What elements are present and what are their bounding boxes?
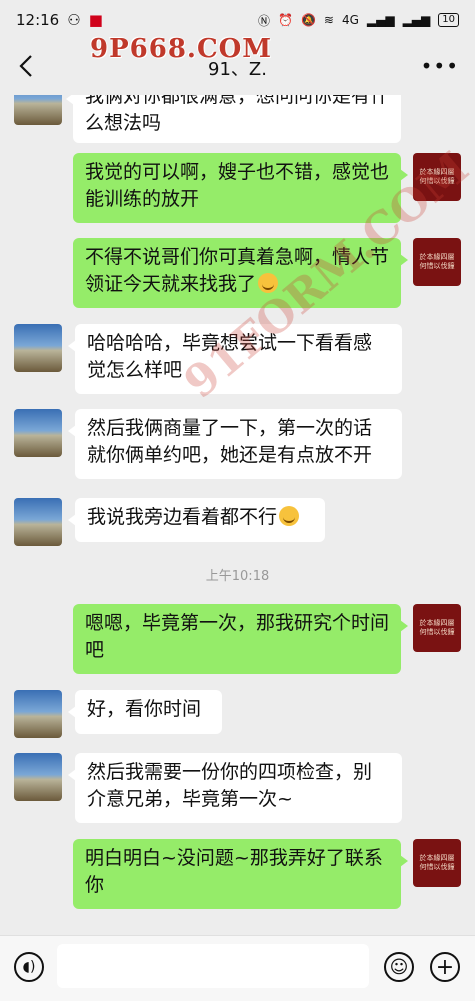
message-text: 我觉的可以啊，嫂子也不错，感觉也能训练的放开 bbox=[85, 161, 390, 210]
message-text: 然后我需要一份你的四项检查，别介意兄弟，毕竟第一次~ bbox=[87, 761, 373, 810]
voice-icon[interactable]: ◖) bbox=[14, 952, 44, 982]
contact-avatar[interactable] bbox=[14, 95, 62, 125]
message-text: 明白明白~没问题~那我弄好了联系你 bbox=[85, 847, 383, 896]
wifi-icon: ≋ bbox=[323, 13, 334, 27]
received-message-bubble[interactable]: 我说我旁边看着都不行 bbox=[68, 498, 325, 542]
received-message-bubble[interactable]: 然后我俩商量了一下，第一次的话就你俩单约吧，她还是有点放不开 bbox=[68, 409, 402, 479]
my-avatar[interactable]: 於本緣四層 何惜以伐鐘 bbox=[413, 238, 461, 286]
message-text: 好，看你时间 bbox=[87, 698, 202, 720]
contact-avatar[interactable] bbox=[14, 498, 62, 546]
message-text: 然后我俩商量了一下，第一次的话就你俩单约吧，她还是有点放不开 bbox=[87, 417, 373, 466]
message-text: 我俩对你都很满意，想问问你是有什么想法吗 bbox=[85, 95, 390, 134]
sent-message-bubble[interactable]: 我觉的可以啊，嫂子也不错，感觉也能训练的放开 bbox=[73, 153, 408, 223]
sent-message-bubble[interactable]: 嗯嗯，毕竟第一次，那我研究个时间吧 bbox=[73, 604, 408, 674]
message-input[interactable] bbox=[57, 944, 369, 988]
input-bar: ◖) ☺ + bbox=[0, 935, 475, 1001]
back-icon[interactable] bbox=[10, 50, 42, 82]
received-message-bubble[interactable]: 好，看你时间 bbox=[68, 690, 222, 734]
timestamp: 上午10:18 bbox=[205, 569, 270, 584]
mute-icon: 🔕 bbox=[300, 13, 316, 27]
more-icon[interactable]: ••• bbox=[421, 54, 459, 78]
sent-message-bubble[interactable]: 明白明白~没问题~那我弄好了联系你 bbox=[73, 839, 408, 909]
laughing-emoji-icon bbox=[279, 506, 300, 526]
signal-label: 4G bbox=[341, 13, 359, 27]
message-text: 我说我旁边看着都不行 bbox=[87, 506, 278, 528]
contact-avatar[interactable] bbox=[14, 690, 62, 738]
my-avatar[interactable]: 於本緣四層 何惜以伐鐘 bbox=[413, 604, 461, 652]
contact-avatar[interactable] bbox=[14, 324, 62, 372]
status-time: 12:16 bbox=[16, 11, 60, 29]
my-avatar[interactable]: 於本緣四層 何惜以伐鐘 bbox=[413, 839, 461, 887]
signal-icon-2: ▂▄▆ bbox=[402, 13, 431, 27]
message-text: 嗯嗯，毕竟第一次，那我研究个时间吧 bbox=[85, 612, 390, 661]
message-text: 不得不说哥们你可真着急啊，情人节领证今天就来找我了 bbox=[85, 246, 390, 295]
plus-icon[interactable]: + bbox=[430, 952, 460, 982]
sent-message-bubble[interactable]: 不得不说哥们你可真着急啊，情人节领证今天就来找我了 bbox=[73, 238, 408, 308]
received-message-bubble[interactable]: 我俩对你都很满意，想问问你是有什么想法吗 bbox=[66, 95, 401, 143]
red-app-icon: ■ bbox=[88, 11, 103, 29]
received-message-bubble[interactable]: 哈哈哈哈，毕竟想尝试一下看看感觉怎么样吧 bbox=[68, 324, 402, 394]
app-notification-icon: ⚇ bbox=[67, 11, 81, 29]
alarm-icon: ⏰ bbox=[277, 13, 293, 27]
status-right: Ⓝ ⏰ 🔕 ≋ 4G ▂▄▆ ▂▄▆ 10 bbox=[258, 12, 459, 29]
my-avatar[interactable]: 於本緣四層 何惜以伐鐘 bbox=[413, 153, 461, 201]
received-message-bubble[interactable]: 然后我需要一份你的四项检查，别介意兄弟，毕竟第一次~ bbox=[68, 753, 402, 823]
contact-avatar[interactable] bbox=[14, 409, 62, 457]
signal-icon: ▂▄▆ bbox=[366, 13, 395, 27]
battery-icon: 10 bbox=[438, 13, 459, 27]
laughing-emoji-icon bbox=[258, 273, 279, 293]
nfc-icon: Ⓝ bbox=[257, 13, 270, 28]
status-left: 12:16 ⚇ ■ bbox=[16, 11, 103, 29]
message-text: 哈哈哈哈，毕竟想尝试一下看看感觉怎么样吧 bbox=[87, 332, 373, 381]
emoji-icon[interactable]: ☺ bbox=[384, 952, 414, 982]
contact-avatar[interactable] bbox=[14, 753, 62, 801]
chat-area[interactable]: 我俩对你都很满意，想问问你是有什么想法吗我觉的可以啊，嫂子也不错，感觉也能训练的… bbox=[0, 95, 475, 935]
watermark-top: 9P668.COM bbox=[90, 34, 273, 64]
